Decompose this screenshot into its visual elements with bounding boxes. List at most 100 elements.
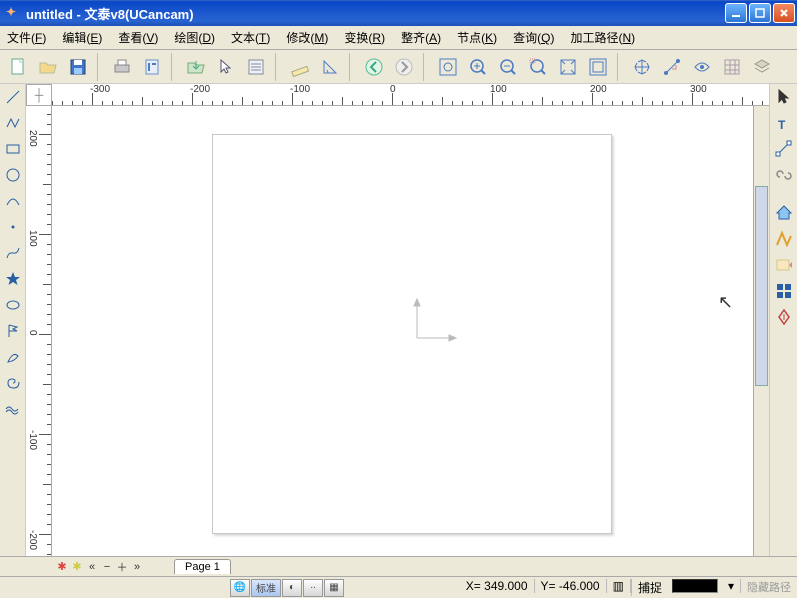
coordinate-readout: X= 349.000 Y= -46.000 ▥ 捕捉 ▾ 隐藏路径 <box>460 579 797 596</box>
menu-t[interactable]: 文本(T) <box>228 27 273 48</box>
home-tool[interactable] <box>773 202 795 224</box>
measure-button[interactable] <box>658 53 686 81</box>
ruler-corner[interactable]: ┼ <box>26 84 52 106</box>
menu-n[interactable]: 加工路径(N) <box>567 27 638 48</box>
menu-d[interactable]: 绘图(D) <box>171 27 218 48</box>
back-button[interactable] <box>360 53 388 81</box>
rectangle-tool[interactable] <box>2 138 24 160</box>
circle-tool[interactable] <box>2 164 24 186</box>
polyline-tool[interactable] <box>2 112 24 134</box>
close-button[interactable] <box>773 3 795 23</box>
forward-button[interactable] <box>390 53 418 81</box>
vertical-ruler[interactable]: -200-1000100200 <box>26 106 52 556</box>
arc-tool[interactable] <box>2 190 24 212</box>
layer-yellow-icon[interactable]: ✱ <box>71 561 83 573</box>
canvas-area[interactable] <box>52 106 753 556</box>
titlebar: ✦ untitled - 文泰v8(UCancam) <box>0 0 797 26</box>
layers-button[interactable] <box>748 53 776 81</box>
print-button[interactable] <box>108 53 136 81</box>
wave-tool[interactable] <box>2 398 24 420</box>
workspace: -300-200-1000100200300 -200-1000100200 T <box>0 84 797 556</box>
hide-path-label[interactable]: 隐藏路径 <box>741 579 797 596</box>
menu-k[interactable]: 节点(K) <box>454 27 500 48</box>
zoom-out-button[interactable] <box>494 53 522 81</box>
right-toolbar: T <box>769 84 797 556</box>
zoom-region-button[interactable] <box>524 53 552 81</box>
main-toolbar <box>0 50 797 84</box>
line-tool[interactable] <box>2 86 24 108</box>
statusbar: 🌐 标准 ◐ ∙∙ ▦ X= 349.000 Y= -46.000 ▥ 捕捉 ▾… <box>0 576 797 598</box>
arrow-select-tool[interactable] <box>773 86 795 108</box>
zoom-fit-button[interactable] <box>434 53 462 81</box>
engrave-tool[interactable] <box>773 306 795 328</box>
text-tool[interactable]: T <box>773 112 795 134</box>
spiral-tool[interactable] <box>2 372 24 394</box>
properties-button[interactable] <box>138 53 166 81</box>
list-button[interactable] <box>242 53 270 81</box>
point-tool[interactable] <box>2 216 24 238</box>
menubar: 文件(F) 编辑(E) 查看(V) 绘图(D) 文本(T) 修改(M) 变换(R) 整齐(A)… <box>0 26 797 50</box>
layer-nav-first[interactable]: « <box>86 561 98 573</box>
color-swatch[interactable] <box>672 579 718 593</box>
layer-red-icon[interactable]: ✱ <box>56 561 68 573</box>
page-tab[interactable]: Page 1 <box>174 559 231 574</box>
minimize-button[interactable] <box>725 3 747 23</box>
angle-button[interactable] <box>316 53 344 81</box>
menu-m[interactable]: 修改(M) <box>283 27 331 48</box>
origin-axes-icon <box>407 296 467 356</box>
path-tool[interactable] <box>773 228 795 250</box>
left-toolbar <box>0 84 26 556</box>
color-dropdown[interactable]: ▾ <box>722 579 741 593</box>
window-buttons <box>725 3 795 23</box>
star-tool[interactable] <box>2 268 24 290</box>
menu-v[interactable]: 查看(V) <box>115 27 161 48</box>
node-edit-tool[interactable] <box>773 138 795 160</box>
sb-mode-standard[interactable]: 标准 <box>251 579 281 597</box>
svg-text:T: T <box>778 118 786 132</box>
grid-button[interactable] <box>718 53 746 81</box>
y-coordinate: Y= -46.000 <box>535 579 607 593</box>
layer-add[interactable]: ＋ <box>116 561 128 573</box>
link-tool[interactable] <box>773 164 795 186</box>
open-file-button[interactable] <box>34 53 62 81</box>
sb-mode-dots[interactable]: ∙∙ <box>303 579 323 597</box>
snap-label[interactable]: 捕捉 <box>631 579 668 596</box>
ruler-button[interactable] <box>286 53 314 81</box>
leaf-tool[interactable] <box>2 346 24 368</box>
scrollbar-thumb[interactable] <box>755 186 768 386</box>
horizontal-ruler[interactable]: -300-200-1000100200300 <box>52 84 769 106</box>
import-button[interactable] <box>182 53 210 81</box>
window-title: untitled - 文泰v8(UCancam) <box>26 4 725 23</box>
sb-mode-grid[interactable]: ▦ <box>324 579 344 597</box>
sb-mode-icon[interactable]: 🌐 <box>230 579 250 597</box>
menu-f[interactable]: 文件(F) <box>4 27 49 48</box>
save-file-button[interactable] <box>64 53 92 81</box>
zoom-in-button[interactable] <box>464 53 492 81</box>
maximize-button[interactable] <box>749 3 771 23</box>
flag-tool[interactable] <box>2 320 24 342</box>
app-icon: ✦ <box>6 5 22 21</box>
layer-nav-last[interactable]: » <box>131 561 143 573</box>
x-coordinate: X= 349.000 <box>460 579 535 593</box>
tile-tool[interactable] <box>773 280 795 302</box>
curve-tool[interactable] <box>2 242 24 264</box>
page-tab-strip: ✱ ✱ « − ＋ » Page 1 <box>0 556 797 576</box>
canvas-panel: -300-200-1000100200300 -200-1000100200 <box>26 84 769 556</box>
menu-r[interactable]: 变换(R) <box>341 27 388 48</box>
grip-icon[interactable]: ▥ <box>607 579 631 593</box>
pan-button[interactable] <box>628 53 656 81</box>
zoom-extents-button[interactable] <box>584 53 612 81</box>
layer-remove[interactable]: − <box>101 561 113 573</box>
sb-mode-moon[interactable]: ◐ <box>282 579 302 597</box>
snap-toggle-button[interactable] <box>688 53 716 81</box>
selection-tool-button[interactable] <box>212 53 240 81</box>
zoom-all-button[interactable] <box>554 53 582 81</box>
statusbar-mode-buttons: 🌐 标准 ◐ ∙∙ ▦ <box>230 579 344 597</box>
menu-q[interactable]: 查询(Q) <box>510 27 557 48</box>
new-file-button[interactable] <box>4 53 32 81</box>
export-tool[interactable] <box>773 254 795 276</box>
ellipse-tool[interactable] <box>2 294 24 316</box>
menu-a[interactable]: 整齐(A) <box>398 27 444 48</box>
vertical-scrollbar[interactable] <box>753 106 769 556</box>
menu-e[interactable]: 编辑(E) <box>59 27 105 48</box>
